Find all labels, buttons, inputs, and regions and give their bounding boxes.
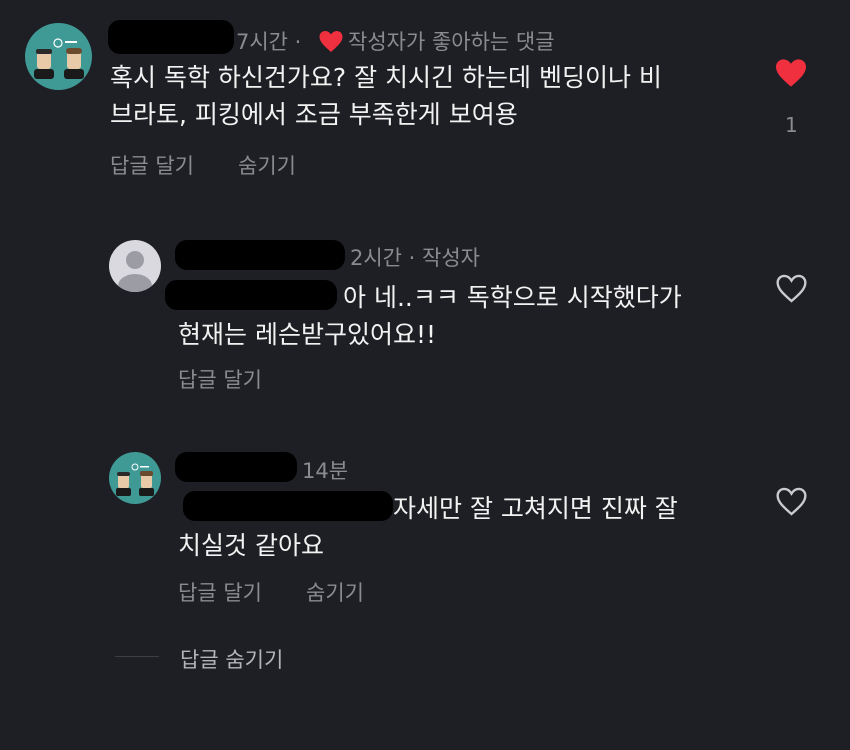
comment-text: 혹시 독학 하신건가요? 잘 치시긴 하는데 벤딩이나 비 브라토, 피킹에서 …: [110, 63, 662, 129]
hide-replies-button[interactable]: 답글 숨기기: [180, 644, 283, 674]
default-user-icon: [118, 251, 152, 292]
redacted-username: [175, 452, 297, 482]
heart-filled-icon[interactable]: [774, 58, 808, 92]
hide-button[interactable]: 숨기기: [306, 577, 364, 607]
reply-text: 아 네..ㅋㅋ 독학으로 시작했다가 현재는 레슨받구있어요!!: [178, 283, 682, 349]
reply-button[interactable]: 답글 달기: [110, 150, 194, 180]
author-liked-heart-icon: [318, 30, 344, 57]
reply-text: 자세만 잘 고쳐지면 진짜 잘 치실것 같아요: [178, 494, 678, 560]
comment-time: 2시간 · 작성자: [350, 246, 480, 270]
avatar[interactable]: [109, 452, 161, 504]
heart-outline-icon[interactable]: [775, 274, 808, 307]
liked-by-author-label: 작성자가 좋아하는 댓글: [348, 30, 555, 54]
comment-time: 14분: [302, 459, 349, 483]
profile-picture-icon: [34, 38, 84, 79]
heart-outline-icon[interactable]: [775, 487, 808, 520]
comment-time: 7시간 ·: [236, 30, 302, 54]
avatar[interactable]: [109, 240, 161, 292]
hide-button[interactable]: 숨기기: [238, 150, 296, 180]
reply-button[interactable]: 답글 달기: [178, 577, 262, 607]
redacted-username: [175, 240, 345, 270]
divider: [115, 656, 159, 657]
redacted-username: [108, 20, 234, 54]
reply-button[interactable]: 답글 달기: [178, 364, 262, 394]
profile-picture-icon: [116, 463, 154, 496]
like-count: 1: [785, 113, 798, 137]
avatar[interactable]: [25, 23, 92, 90]
